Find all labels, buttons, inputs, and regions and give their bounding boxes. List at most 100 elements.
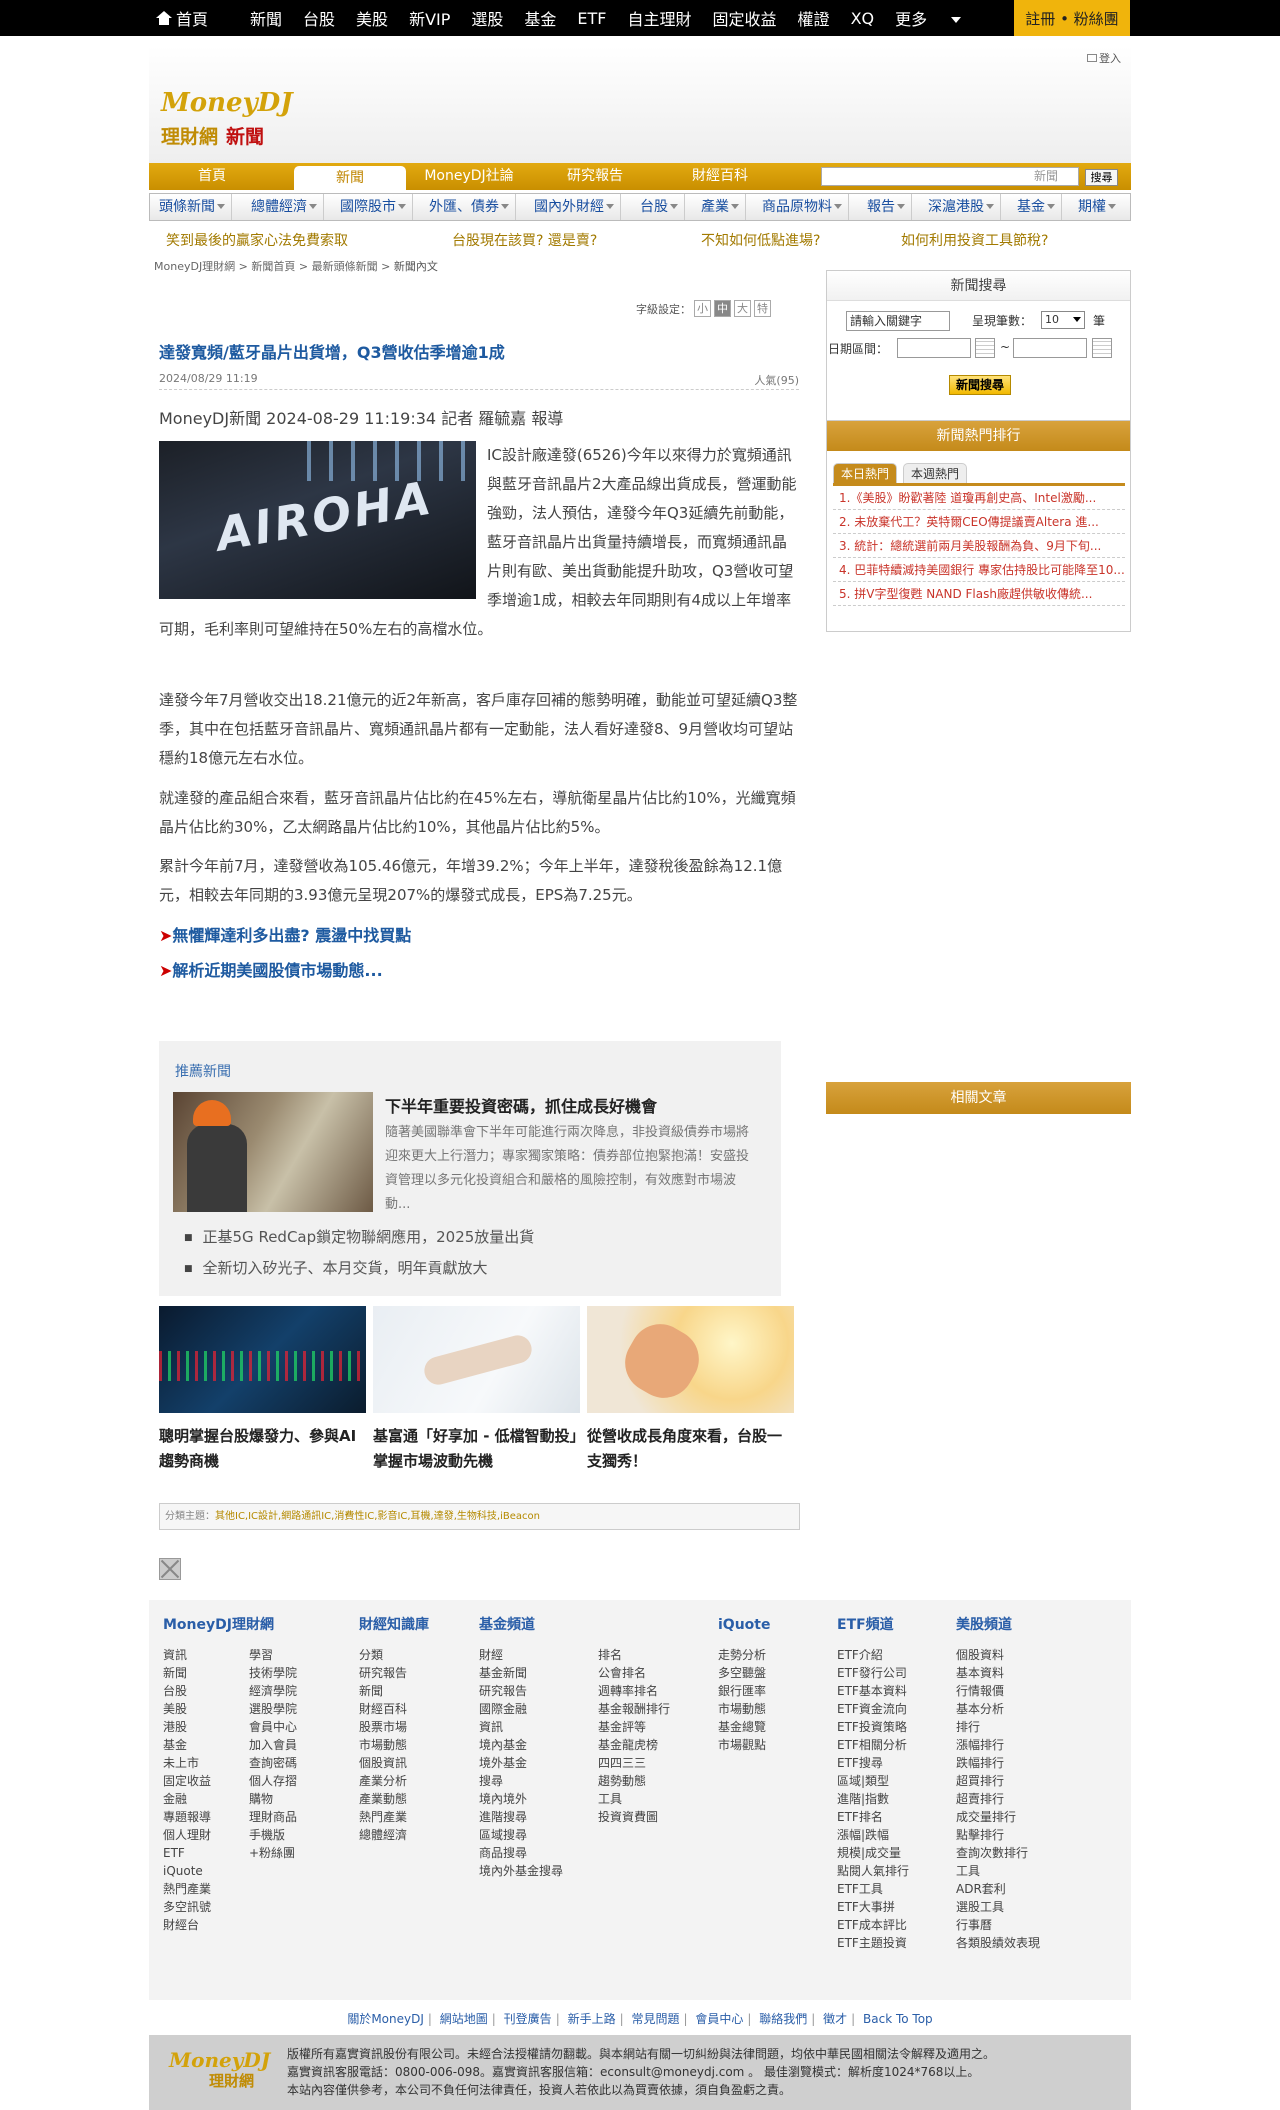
list-item[interactable]: 正基5G RedCap鎖定物聯網應用，2025放量出貨 [184,1222,535,1253]
footer-link[interactable]: ETF相關分析 [837,1736,909,1754]
subnav-intl-stocks[interactable]: 國際股市 [340,194,413,220]
subnav-headlines[interactable]: 頭條新聞 [159,194,232,220]
footer-link[interactable]: 行事曆 [956,1916,1040,1934]
subnav-fx-bonds[interactable]: 外匯、債券 [429,194,516,220]
tab-research[interactable]: 研究報告 [539,163,651,190]
footer-link[interactable]: 網站地圖 [440,2012,488,2026]
related-link-1[interactable]: ➤無懼輝達利多出盡? 震盪中找買點 [159,922,411,946]
footer-link[interactable]: 國際金融 [479,1700,563,1718]
footer-link[interactable]: 基金新聞 [479,1664,563,1682]
footer-link[interactable]: 徵才 [823,2012,847,2026]
footer-link[interactable]: 超賣排行 [956,1790,1040,1808]
footer-link[interactable]: 基金總覽 [718,1718,766,1736]
footer-link[interactable]: 查詢密碼 [249,1754,297,1772]
list-item[interactable]: 2. 未放棄代工？英特爾CEO傳提議賣Altera 進... [833,510,1125,534]
tab-news[interactable]: 新聞 [294,166,406,190]
top-nav-vip[interactable]: 新VIP [409,6,450,30]
promo-link-1[interactable]: 笑到最後的贏家心法免費索取 [166,230,348,250]
footer-link[interactable]: 熱門產業 [359,1808,407,1826]
promo-link-2[interactable]: 台股現在該買? 還是賣? [452,230,597,250]
footer-link[interactable]: 聯絡我們 [759,2012,807,2026]
footer-link[interactable]: 超買排行 [956,1772,1040,1790]
footer-link[interactable]: 基金評等 [598,1718,670,1736]
top-nav-stockpick[interactable]: 選股 [471,6,503,30]
promo-link-3[interactable]: 不知如何低點進場? [701,230,820,250]
footer-link[interactable]: 市場動態 [718,1700,766,1718]
footer-link[interactable]: 基金報酬排行 [598,1700,670,1718]
footer-link[interactable]: ETF大事拼 [837,1898,909,1916]
list-item[interactable]: 全新切入矽光子、本月交貨，明年貢獻放大 [184,1253,534,1284]
calendar-icon[interactable] [1092,338,1112,358]
top-nav-etf[interactable]: ETF [577,9,606,28]
subnav-finance[interactable]: 國內外財經 [534,194,621,220]
site-logo[interactable]: MoneyDJ [161,88,293,118]
breadcrumb-headlines[interactable]: 最新頭條新聞 [312,260,378,273]
top-nav-news[interactable]: 新聞 [250,6,282,30]
footer-link[interactable]: ADR套利 [956,1880,1040,1898]
ad-tile-3[interactable]: 從營收成長角度來看，台股一支獨秀！ [587,1306,794,1474]
footer-link[interactable]: 理財商品 [249,1808,297,1826]
font-size-medium[interactable]: 中 [714,300,731,317]
promo-link-4[interactable]: 如何利用投資工具節稅? [901,230,1048,250]
footer-link[interactable]: 刊登廣告 [504,2012,552,2026]
footer-logo[interactable]: MoneyDJ 理財網 [169,2048,270,2091]
footer-link[interactable]: 成交量排行 [956,1808,1040,1826]
footer-link[interactable]: 財經台 [163,1916,211,1934]
related-link-2[interactable]: ➤解析近期美國股債市場動態... [159,957,383,981]
footer-link[interactable]: 趨勢動態 [598,1772,670,1790]
footer-link[interactable]: 選股學院 [249,1700,297,1718]
top-nav-fund[interactable]: 基金 [524,6,556,30]
footer-link[interactable]: ETF基本資料 [837,1682,909,1700]
recommended-title[interactable]: 下半年重要投資密碼，抓住成長好機會 [385,1093,657,1117]
footer-link[interactable]: 台股 [163,1682,211,1700]
footer-link[interactable]: 熱門產業 [163,1880,211,1898]
tab-home[interactable]: 首頁 [156,163,268,190]
footer-link[interactable]: 未上市 [163,1754,211,1772]
footer-link[interactable]: 基金龍虎榜 [598,1736,670,1754]
footer-link[interactable]: 漲幅|跌幅 [837,1826,909,1844]
footer-link[interactable]: 個人理財 [163,1826,211,1844]
subnav-macro[interactable]: 總體經濟 [251,194,324,220]
footer-link[interactable]: 市場觀點 [718,1736,766,1754]
footer-link[interactable]: 行情報價 [956,1682,1040,1700]
footer-link[interactable]: ETF [163,1844,211,1862]
top-nav-self-finance[interactable]: 自主理財 [628,6,692,30]
footer-link[interactable]: 跌幅排行 [956,1754,1040,1772]
subnav-fund[interactable]: 基金 [1017,194,1062,220]
footer-link[interactable]: 會員中心 [695,2012,743,2026]
subnav-industry[interactable]: 產業 [701,194,746,220]
top-search-input[interactable]: 新聞 [821,167,1079,186]
footer-link[interactable]: iQuote [163,1862,211,1880]
top-nav-home[interactable]: 首頁 [156,6,229,30]
footer-link[interactable]: 常見問題 [631,2012,679,2026]
breadcrumb-home[interactable]: MoneyDJ理財網 [154,260,235,273]
top-nav-twstock[interactable]: 台股 [303,6,335,30]
recommended-image[interactable] [173,1092,373,1212]
footer-link[interactable]: 總體經濟 [359,1826,407,1844]
tab-wiki[interactable]: 財經百科 [664,163,776,190]
footer-link[interactable]: 新聞 [163,1664,211,1682]
footer-link[interactable]: 選股工具 [956,1898,1040,1916]
footer-link[interactable]: 港股 [163,1718,211,1736]
count-select[interactable]: 10 [1041,311,1085,329]
footer-link[interactable]: 各類股績效表現 [956,1934,1040,1952]
login-link[interactable]: 登入 [1087,50,1121,66]
footer-link[interactable]: 個股資訊 [359,1754,407,1772]
footer-link[interactable]: ETF資金流向 [837,1700,909,1718]
tab-editorial[interactable]: MoneyDJ社論 [413,163,525,190]
register-button[interactable]: 註冊 • 粉絲團 [1014,0,1130,36]
footer-link[interactable]: 專題報導 [163,1808,211,1826]
footer-link[interactable]: 財經百科 [359,1700,407,1718]
footer-link[interactable]: +粉絲團 [249,1844,297,1862]
top-nav-usstock[interactable]: 美股 [356,6,388,30]
footer-link[interactable]: 境內基金 [479,1736,563,1754]
footer-link[interactable]: ETF發行公司 [837,1664,909,1682]
footer-link[interactable]: 產業分析 [359,1772,407,1790]
list-item[interactable]: 1.《美股》盼歡著陸 道瓊再創史高、Intel激勵... [833,486,1125,510]
footer-link[interactable]: 銀行匯率 [718,1682,766,1700]
subnav-china-hk[interactable]: 深滬港股 [928,194,1001,220]
footer-link[interactable]: 新手上路 [568,2012,616,2026]
footer-link[interactable]: 產業動態 [359,1790,407,1808]
breadcrumb-news[interactable]: 新聞首頁 [251,260,295,273]
footer-link[interactable]: 多空訊號 [163,1898,211,1916]
